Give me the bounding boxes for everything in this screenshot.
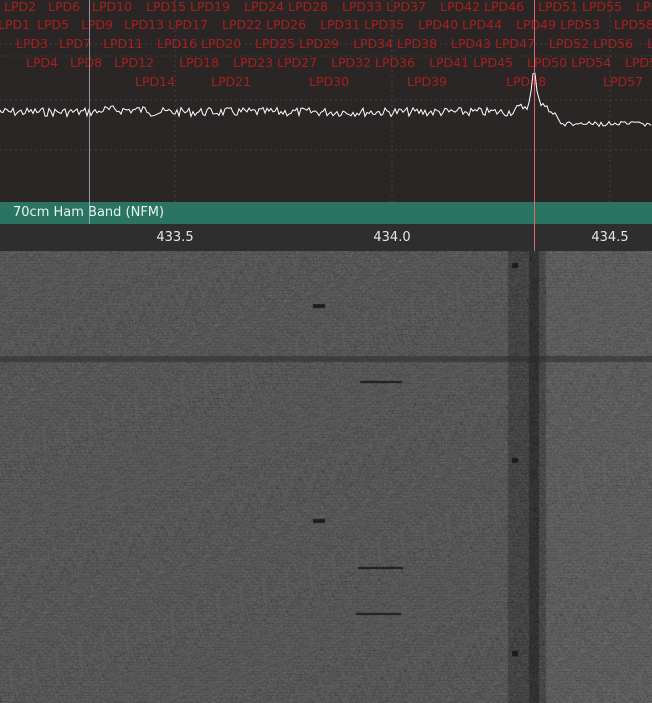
tuned-frequency-marker[interactable] [534, 0, 535, 251]
spectrum-trace [0, 72, 652, 128]
band-plan-bar[interactable]: 70cm Ham Band (NFM) [0, 202, 652, 224]
waterfall-display[interactable] [0, 251, 652, 703]
frequency-tick: 434.5 [591, 230, 629, 245]
mouse-cursor-line [89, 0, 90, 224]
frequency-tick: 434.0 [373, 230, 411, 245]
spectrum-panel[interactable]: LPD2 LPD6 LPD10 LPD15 LPD19 LPD24 LPD28 LPD33 LP… [0, 0, 652, 202]
frequency-tick: 433.5 [156, 230, 194, 245]
spectrum-trace-line [0, 72, 652, 128]
frequency-scale[interactable]: 433.5 434.0 434.5 [0, 224, 652, 251]
